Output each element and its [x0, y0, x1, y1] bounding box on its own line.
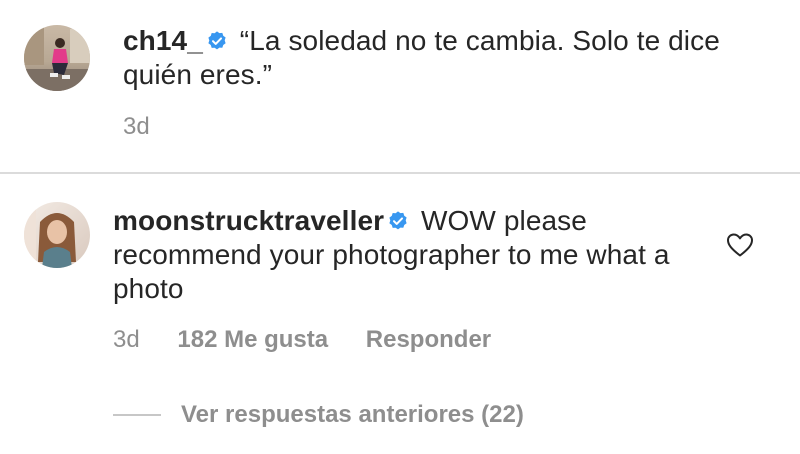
- verified-badge-icon: [387, 210, 409, 232]
- view-previous-replies-label[interactable]: Ver respuestas anteriores (22): [181, 401, 524, 429]
- comment-likes-count[interactable]: 182 Me gusta: [177, 326, 328, 353]
- view-previous-replies-button[interactable]: Ver respuestas anteriores (22): [113, 400, 524, 430]
- heart-outline-icon[interactable]: [726, 232, 754, 258]
- comment-timestamp: 3d: [113, 326, 140, 353]
- comment-username[interactable]: moonstrucktraveller: [113, 205, 384, 236]
- reply-button[interactable]: Responder: [366, 326, 491, 353]
- replies-line-divider: [113, 414, 161, 416]
- comment-meta: 3d 182 Me gusta Responder: [113, 326, 522, 354]
- comment-avatar[interactable]: [24, 202, 90, 268]
- comment-text-block: moonstrucktraveller WOW please recommend…: [113, 204, 713, 306]
- comment-item: moonstrucktraveller WOW please recommend…: [0, 0, 800, 454]
